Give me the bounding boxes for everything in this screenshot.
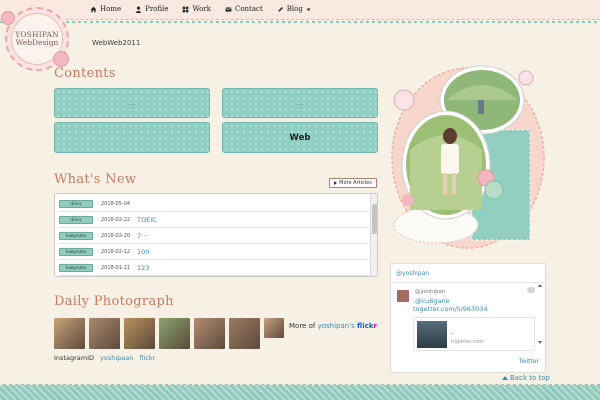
nav-home-label: Home [100, 5, 122, 13]
logo-line2: WebDesign [15, 38, 59, 47]
scroll-down-icon[interactable] [538, 341, 542, 344]
more-photos-link[interactable]: More of yoshipan's flickr [289, 322, 377, 330]
footer-band [0, 385, 600, 400]
daily-photo-thumbnail[interactable] [124, 318, 155, 349]
header-border [0, 21, 600, 23]
content-card[interactable] [54, 122, 210, 153]
back-to-top-label: Back to top [510, 374, 550, 382]
tweet-card-image [417, 321, 447, 348]
daily-photo-thumbnail[interactable] [54, 318, 85, 349]
news-scrollbar[interactable] [370, 194, 377, 276]
site-logo[interactable]: YOSHIPAN WebDesign [1, 7, 69, 71]
nav-contact[interactable]: Contact [225, 5, 263, 13]
tweet-link-card[interactable]: .. togetter.com [413, 317, 535, 351]
tweet-text: .@cu6gane [413, 297, 450, 305]
caret-down-icon [306, 8, 311, 11]
tweet-handle[interactable]: @yoshipan [415, 289, 445, 295]
more-of-prefix: More of [289, 322, 316, 330]
twitter-footer-link[interactable]: Twitter [519, 358, 539, 365]
category-badge: babyeats [59, 248, 93, 256]
news-title[interactable]: 123 [137, 264, 149, 272]
main-nav: Home Profile Work Contact Blog [90, 5, 311, 13]
twitter-header-user[interactable]: @yoshipan [396, 270, 429, 277]
instagram-label: InstagramID [54, 354, 94, 362]
nav-profile[interactable]: Profile [135, 5, 168, 13]
news-item[interactable]: babyeats 2018-01-21 123 [59, 261, 371, 276]
category-badge: diary [59, 216, 93, 224]
news-date: 2018-05-04 [101, 201, 131, 207]
nav-contact-label: Contact [234, 5, 263, 13]
grid-icon [183, 6, 189, 12]
content-card-label: Web [289, 132, 311, 143]
news-item[interactable]: babyeats 2018-02-12 100 [59, 245, 371, 260]
tweet-link[interactable]: togetter.com/li/963034 [413, 305, 488, 313]
tweet-card-url: togetter.com [451, 339, 484, 345]
more-articles-label: More Articles [339, 180, 372, 186]
site-description: WebWeb2011 [92, 39, 141, 47]
more-of-user[interactable]: yoshipan's [318, 322, 355, 330]
news-date: 2018-02-20 [101, 233, 131, 239]
nav-blog[interactable]: Blog [277, 5, 311, 13]
pencil-icon [278, 6, 283, 12]
profile-photo-collage [391, 65, 545, 249]
home-icon [90, 6, 97, 12]
news-date: 2018-01-21 [101, 265, 131, 271]
scrollbar-thumb[interactable] [372, 204, 377, 234]
content-card[interactable]: ... [222, 88, 378, 118]
daily-photo-thumbnail[interactable] [264, 318, 284, 338]
instagram-user-link[interactable]: yoshipaan [100, 354, 133, 362]
flower-icon [53, 51, 69, 67]
flickr-logo[interactable]: flickr [357, 322, 377, 330]
news-title[interactable]: 100 [137, 248, 149, 256]
divider [391, 282, 547, 283]
news-list: diary 2018-05-04 diary 2018-02-22 TOEIC … [54, 193, 378, 277]
nav-home[interactable]: Home [90, 5, 121, 13]
flower-icon [1, 11, 15, 25]
back-to-top-link[interactable]: Back to top [502, 374, 550, 382]
scroll-up-icon[interactable] [538, 284, 542, 287]
daily-photo-thumbnail[interactable] [89, 318, 120, 349]
flickr-logo-part: flick [357, 322, 374, 330]
photo-strip [54, 318, 284, 349]
news-date: 2018-02-22 [101, 217, 131, 223]
news-item[interactable]: diary 2018-05-04 [59, 197, 371, 212]
tweet-card-title: .. [451, 330, 455, 336]
content-card-web[interactable]: Web [222, 122, 378, 153]
news-title[interactable]: 7··· [137, 232, 147, 240]
nav-profile-label: Profile [145, 5, 169, 13]
mail-icon [225, 6, 232, 12]
twitter-scrollbar[interactable] [538, 284, 543, 344]
category-badge: babyeats [59, 232, 93, 240]
news-item[interactable]: babyeats 2018-02-20 7··· [59, 229, 371, 244]
instagram-line: InstagramID yoshipaan flickr [54, 354, 155, 362]
category-badge: babyeats [59, 264, 93, 272]
avatar[interactable] [397, 290, 409, 302]
daily-photo-thumbnail[interactable] [229, 318, 260, 349]
content-card-label: ... [296, 99, 304, 107]
twitter-widget: @yoshipan @yoshipan .@cu6gane togetter.c… [390, 263, 547, 373]
flickr-logo-part: r [373, 322, 377, 330]
more-articles-button[interactable]: More Articles [329, 178, 377, 188]
nav-work-label: Work [192, 5, 211, 13]
twitter-bird-icon [527, 287, 535, 293]
daily-photograph-heading: Daily Photograph [54, 294, 174, 309]
contents-heading: Contents [54, 66, 116, 81]
content-card-label: ... [128, 99, 136, 107]
category-badge: diary [59, 200, 93, 208]
whats-new-heading: What's New [54, 172, 137, 187]
daily-photo-thumbnail[interactable] [194, 318, 225, 349]
user-icon [135, 6, 142, 13]
content-card[interactable]: ... [54, 88, 210, 118]
news-title[interactable]: TOEIC [137, 216, 157, 224]
nav-work[interactable]: Work [182, 5, 211, 13]
arrow-up-icon [502, 376, 508, 380]
flickr-link[interactable]: flickr [139, 354, 155, 362]
daily-photo-thumbnail[interactable] [159, 318, 190, 349]
news-date: 2018-02-12 [101, 249, 131, 255]
arrow-right-icon [334, 181, 338, 185]
news-item[interactable]: diary 2018-02-22 TOEIC [59, 213, 371, 228]
nav-blog-label: Blog [286, 5, 303, 13]
